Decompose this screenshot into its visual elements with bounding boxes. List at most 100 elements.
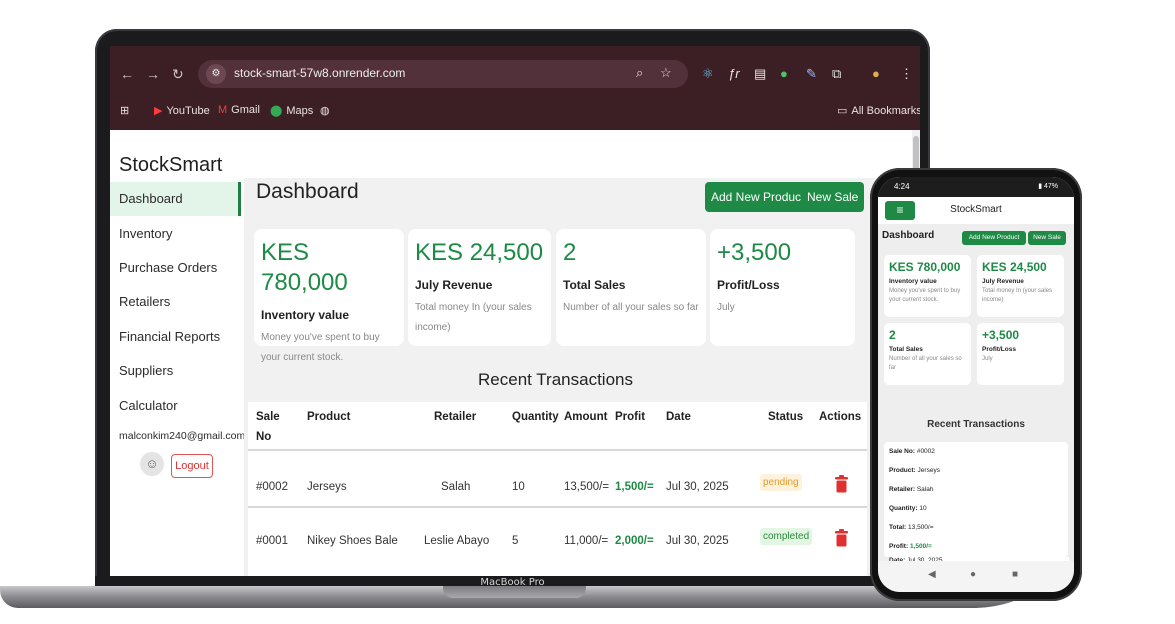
folder-icon: ▭	[837, 105, 848, 117]
phone-card-profit-loss: +3,500 Profit/Loss July	[977, 323, 1064, 385]
phone-page-title: Dashboard	[882, 230, 935, 241]
url-text[interactable]: stock-smart-57w8.onrender.com	[234, 66, 405, 80]
card-value: +3,500	[717, 239, 792, 266]
app-brand: StockSmart	[119, 154, 223, 176]
font-extension-icon[interactable]: ƒr	[728, 66, 740, 81]
sidebar-item-purchase-orders[interactable]: Purchase Orders	[110, 251, 241, 285]
card-label: Inventory value	[261, 308, 350, 322]
card-value: +3,500	[982, 328, 1020, 342]
back-triangle-icon[interactable]: ◀	[928, 569, 936, 580]
bookmark-youtube[interactable]: ▶ YouTube	[154, 104, 210, 117]
tx-total: Total: 13,500/=	[889, 524, 934, 531]
card-description: Money you've spent to buy your current s…	[889, 288, 961, 303]
cell-sale-no: #0002	[256, 481, 288, 493]
zoom-icon[interactable]: ⌕	[636, 65, 643, 81]
document-extension-icon[interactable]: ▤	[754, 66, 766, 82]
extensions-puzzle-icon[interactable]: ⧉	[832, 66, 841, 82]
card-label: July Revenue	[982, 278, 1024, 285]
cell-retailer: Leslie Abayo	[424, 535, 490, 547]
page-title: Dashboard	[256, 180, 359, 203]
column-header-sale-no: Sale No	[256, 411, 280, 443]
tx-quantity: Quantity: 10	[889, 505, 927, 512]
reload-icon[interactable]: ↻	[172, 66, 184, 83]
cell-date: Jul 30, 2025	[666, 481, 729, 493]
browser-toolbar: ← → ↻ ⚙ stock-smart-57w8.onrender.com ⌕ …	[110, 46, 920, 130]
sidebar-item-retailers[interactable]: Retailers	[110, 285, 241, 319]
card-description: Total money In (your sales income)	[415, 302, 532, 333]
back-arrow-icon[interactable]: ←	[120, 66, 134, 82]
cell-amount: 13,500/=	[564, 481, 610, 493]
sidebar-item-dashboard[interactable]: Dashboard	[110, 182, 241, 216]
card-description: Number of all your sales so far	[563, 302, 699, 313]
recents-square-icon[interactable]: ■	[1012, 569, 1018, 580]
phone-screen: 4:24 ▮ 47% ≡ StockSmart Dashboard Add Ne…	[878, 177, 1074, 592]
star-icon[interactable]: ☆	[660, 65, 672, 81]
column-header-retailer: Retailer	[434, 411, 477, 423]
card-description: Number of all your sales so far	[889, 356, 962, 371]
phone-recent-transactions-title: Recent Transactions	[927, 419, 1025, 430]
user-email: malconkim240@gmail.com	[119, 430, 246, 442]
sidebar: StockSmart Dashboard Inventory Purchase …	[110, 130, 246, 576]
profile-avatar-icon[interactable]: ●	[872, 66, 880, 81]
globe-icon[interactable]: ◍	[320, 104, 330, 117]
new-sale-button[interactable]: New Sale	[801, 182, 865, 212]
sidebar-item-inventory[interactable]: Inventory	[110, 217, 241, 251]
site-settings-icon[interactable]: ⚙	[206, 64, 226, 84]
cell-retailer: Salah	[441, 481, 471, 493]
card-description: July	[717, 302, 735, 313]
card-label: July Revenue	[415, 278, 493, 292]
cell-date: Jul 30, 2025	[666, 535, 729, 547]
card-value: KES 780,000	[261, 239, 348, 296]
card-label: Total Sales	[563, 278, 626, 292]
cell-profit: 2,000/=	[615, 535, 654, 547]
tx-profit: Profit: 1,500/=	[889, 543, 932, 550]
laptop-screen: ← → ↻ ⚙ stock-smart-57w8.onrender.com ⌕ …	[110, 46, 920, 576]
forward-arrow-icon[interactable]: →	[146, 66, 160, 82]
card-label: Profit/Loss	[717, 278, 780, 292]
bookmark-gmail[interactable]: M Gmail	[218, 104, 260, 116]
address-bar[interactable]: ⚙ stock-smart-57w8.onrender.com ⌕ ☆	[198, 60, 688, 88]
card-value: KES 780,000	[889, 260, 961, 274]
column-header-quantity: Quantity	[512, 411, 559, 423]
logout-button[interactable]: Logout	[171, 454, 213, 478]
pen-extension-icon[interactable]: ✎	[806, 66, 817, 82]
home-circle-icon[interactable]: ●	[970, 569, 976, 580]
phone-header: ≡ StockSmart	[878, 197, 1074, 224]
sidebar-item-calculator[interactable]: Calculator	[110, 389, 241, 423]
cell-quantity: 5	[512, 535, 519, 547]
row-divider	[248, 449, 867, 451]
phone-card-total-sales: 2 Total Sales Number of all your sales s…	[884, 323, 971, 385]
phone-new-sale-button[interactable]: New Sale	[1028, 231, 1066, 245]
apps-grid-icon[interactable]: ⊞	[120, 104, 129, 117]
status-badge: completed	[760, 528, 813, 545]
card-description: Money you've spent to buy your current s…	[261, 332, 380, 363]
cell-profit: 1,500/=	[615, 481, 654, 493]
column-header-actions: Actions	[819, 411, 862, 423]
youtube-icon: ▶	[154, 105, 163, 117]
maps-pin-icon: ⬤	[270, 105, 283, 117]
add-new-product-button[interactable]: Add New Product	[705, 182, 811, 212]
more-menu-icon[interactable]: ⋮	[900, 66, 913, 82]
column-header-status: Status	[768, 411, 804, 423]
phone-frame: 4:24 ▮ 47% ≡ StockSmart Dashboard Add Ne…	[870, 168, 1082, 601]
trash-icon[interactable]	[835, 529, 848, 547]
phone-app: ≡ StockSmart Dashboard Add New Product N…	[878, 197, 1074, 566]
card-description: Total money In (your sales income)	[982, 288, 1053, 303]
all-bookmarks[interactable]: ▭ All Bookmarks	[837, 104, 920, 117]
sidebar-item-suppliers[interactable]: Suppliers	[110, 354, 241, 388]
laptop-notch	[443, 586, 586, 598]
recent-transactions-title: Recent Transactions	[478, 370, 633, 389]
column-header-product: Product	[307, 411, 351, 423]
react-devtools-icon[interactable]: ⚛	[702, 66, 714, 82]
trash-icon[interactable]	[835, 475, 848, 493]
bookmark-maps[interactable]: ⬤ Maps	[270, 104, 313, 117]
sidebar-item-financial-reports[interactable]: Financial Reports	[110, 320, 241, 354]
gmail-icon: M	[218, 104, 228, 116]
cell-amount: 11,000/=	[564, 535, 609, 547]
card-label: Total Sales	[889, 346, 923, 353]
bookmarks-bar: ⊞ ▶ YouTube M Gmail ⬤ Maps ◍ ▭ All Bookmarks	[110, 98, 920, 126]
card-july-revenue: KES 24,500 July Revenue Total money In (…	[408, 229, 551, 346]
green-extension-icon[interactable]: ●	[780, 66, 788, 81]
phone-add-new-product-button[interactable]: Add New Product	[962, 231, 1026, 245]
status-badge: pending	[760, 474, 802, 491]
